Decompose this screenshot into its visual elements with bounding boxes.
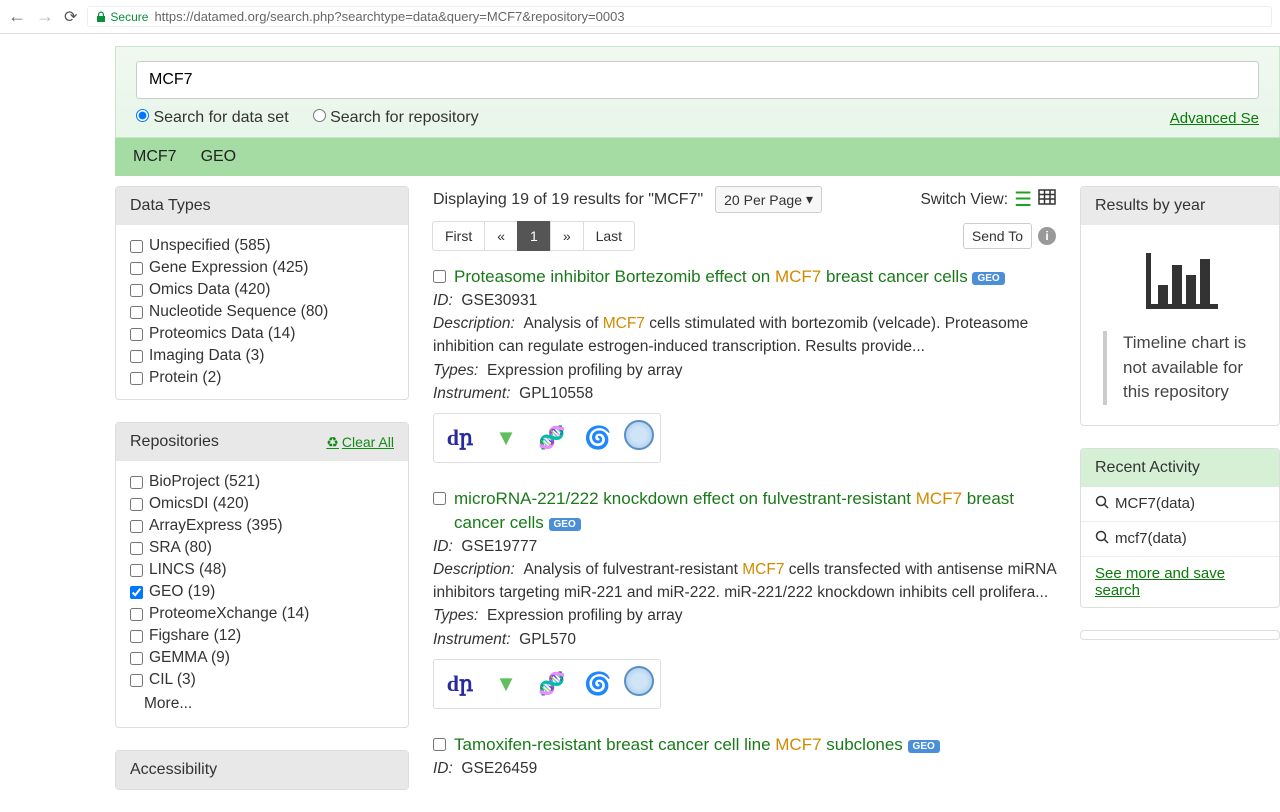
facet-item[interactable]: Gene Expression (425) bbox=[130, 257, 394, 279]
reload-button[interactable]: ⟳ bbox=[64, 7, 77, 27]
radio-dataset[interactable]: Search for data set bbox=[136, 109, 289, 127]
search-panel: Search for data set Search for repositor… bbox=[115, 46, 1280, 138]
pager-page-1[interactable]: 1 bbox=[517, 221, 551, 251]
spiral-icon[interactable]: 🌀 bbox=[578, 666, 618, 702]
facet-item[interactable]: ArrayExpress (395) bbox=[130, 515, 394, 537]
repo-badge: GEO bbox=[972, 272, 1004, 285]
result-title-link[interactable]: microRNA-221/222 knockdown effect on ful… bbox=[454, 489, 1014, 532]
result-icon-strip: dր▼🧬🌀 bbox=[433, 413, 661, 463]
result-checkbox[interactable] bbox=[433, 492, 446, 505]
search-result: Proteasome inhibitor Bortezomib effect o… bbox=[433, 265, 1056, 463]
dna-icon[interactable]: 🧬 bbox=[532, 420, 572, 456]
facet-more[interactable]: More... bbox=[130, 691, 394, 717]
tree-icon[interactable]: ▼ bbox=[486, 420, 526, 456]
list-view-icon[interactable]: ☰ bbox=[1014, 187, 1032, 212]
pager-last[interactable]: Last bbox=[583, 221, 635, 251]
recycle-icon: ♻ bbox=[326, 434, 339, 451]
lock-icon: Secure bbox=[96, 10, 148, 24]
url-text: https://datamed.org/search.php?searchtyp… bbox=[154, 9, 624, 24]
grid-view-icon[interactable] bbox=[1038, 189, 1056, 210]
address-bar[interactable]: Secure https://datamed.org/search.php?se… bbox=[87, 6, 1272, 27]
repo-badge: GEO bbox=[549, 518, 581, 531]
petri-icon[interactable] bbox=[624, 420, 654, 450]
facet-data-types: Data Types Unspecified (585) Gene Expres… bbox=[115, 186, 409, 400]
browser-toolbar: ← → ⟳ Secure https://datamed.org/search.… bbox=[0, 0, 1280, 34]
facet-accessibility: Accessibility bbox=[115, 750, 409, 790]
caret-down-icon: ▾ bbox=[806, 191, 813, 208]
clear-all-link[interactable]: ♻Clear All bbox=[326, 434, 394, 451]
timeline-unavailable-msg: Timeline chart is not available for this… bbox=[1103, 331, 1257, 405]
results-by-year-panel: Results by year bbox=[1080, 186, 1280, 426]
result-icon-strip: dր▼🧬🌀 bbox=[433, 659, 661, 709]
filter-breadcrumb: MCF7 GEO bbox=[115, 138, 1280, 176]
dht-icon[interactable]: dր bbox=[440, 420, 480, 456]
facet-item[interactable]: OmicsDI (420) bbox=[130, 493, 394, 515]
back-button[interactable]: ← bbox=[8, 6, 26, 27]
facet-item[interactable]: Omics Data (420) bbox=[130, 279, 394, 301]
facet-item[interactable]: GEO (19) bbox=[130, 581, 394, 603]
see-more-link[interactable]: See more and save search bbox=[1081, 557, 1279, 607]
facet-item[interactable]: Figshare (12) bbox=[130, 625, 394, 647]
search-input[interactable] bbox=[136, 61, 1259, 99]
result-checkbox[interactable] bbox=[433, 738, 446, 751]
dna-icon[interactable]: 🧬 bbox=[532, 666, 572, 702]
panel-stub bbox=[1080, 630, 1280, 640]
secure-label: Secure bbox=[110, 10, 148, 24]
breadcrumb-term: MCF7 bbox=[133, 148, 177, 166]
result-title-link[interactable]: Proteasome inhibitor Bortezomib effect o… bbox=[454, 267, 968, 286]
pager-prev[interactable]: « bbox=[484, 221, 518, 251]
petri-icon[interactable] bbox=[624, 666, 654, 696]
facet-item[interactable]: Nucleotide Sequence (80) bbox=[130, 301, 394, 323]
repo-badge: GEO bbox=[908, 740, 940, 753]
search-result: Tamoxifen-resistant breast cancer cell l… bbox=[433, 733, 1056, 780]
breadcrumb-repo: GEO bbox=[201, 148, 237, 166]
advanced-search-link[interactable]: Advanced Se bbox=[1170, 110, 1259, 127]
facet-header: Data Types bbox=[116, 187, 408, 225]
facet-item[interactable]: Protein (2) bbox=[130, 367, 394, 389]
facet-header: Accessibility bbox=[116, 751, 408, 789]
send-to-dropdown[interactable]: Send To bbox=[963, 223, 1032, 249]
search-icon bbox=[1095, 530, 1109, 548]
pagination: First « 1 » Last bbox=[433, 221, 635, 251]
facet-item[interactable]: Unspecified (585) bbox=[130, 235, 394, 257]
per-page-dropdown[interactable]: 20 Per Page ▾ bbox=[715, 186, 822, 213]
spiral-icon[interactable]: 🌀 bbox=[578, 420, 618, 456]
facet-item[interactable]: Imaging Data (3) bbox=[130, 345, 394, 367]
facet-item[interactable]: Proteomics Data (14) bbox=[130, 323, 394, 345]
tree-icon[interactable]: ▼ bbox=[486, 666, 526, 702]
recent-activity-item[interactable]: MCF7(data) bbox=[1081, 487, 1279, 522]
facet-repositories: Repositories ♻Clear All BioProject (521)… bbox=[115, 422, 409, 728]
recent-activity-panel: Recent Activity MCF7(data)mcf7(data) See… bbox=[1080, 448, 1280, 608]
switch-view: Switch View: ☰ bbox=[920, 187, 1056, 212]
bar-chart-icon bbox=[1095, 249, 1265, 313]
dht-icon[interactable]: dր bbox=[440, 666, 480, 702]
results-summary: Displaying 19 of 19 results for "MCF7" bbox=[433, 191, 703, 209]
search-result: microRNA-221/222 knockdown effect on ful… bbox=[433, 487, 1056, 709]
radio-repository[interactable]: Search for repository bbox=[313, 109, 479, 127]
facet-item[interactable]: CIL (3) bbox=[130, 669, 394, 691]
facet-header: Repositories ♻Clear All bbox=[116, 423, 408, 461]
facet-item[interactable]: BioProject (521) bbox=[130, 471, 394, 493]
panel-header: Recent Activity bbox=[1081, 449, 1279, 487]
panel-header: Results by year bbox=[1081, 187, 1279, 225]
facet-item[interactable]: SRA (80) bbox=[130, 537, 394, 559]
pager-next[interactable]: » bbox=[550, 221, 584, 251]
pager-first[interactable]: First bbox=[432, 221, 485, 251]
facet-item[interactable]: ProteomeXchange (14) bbox=[130, 603, 394, 625]
result-title-link[interactable]: Tamoxifen-resistant breast cancer cell l… bbox=[454, 735, 903, 754]
facet-item[interactable]: GEMMA (9) bbox=[130, 647, 394, 669]
search-icon bbox=[1095, 495, 1109, 513]
facet-item[interactable]: LINCS (48) bbox=[130, 559, 394, 581]
forward-button[interactable]: → bbox=[36, 6, 54, 27]
result-checkbox[interactable] bbox=[433, 270, 446, 283]
recent-activity-item[interactable]: mcf7(data) bbox=[1081, 522, 1279, 557]
info-icon[interactable]: i bbox=[1038, 227, 1056, 245]
